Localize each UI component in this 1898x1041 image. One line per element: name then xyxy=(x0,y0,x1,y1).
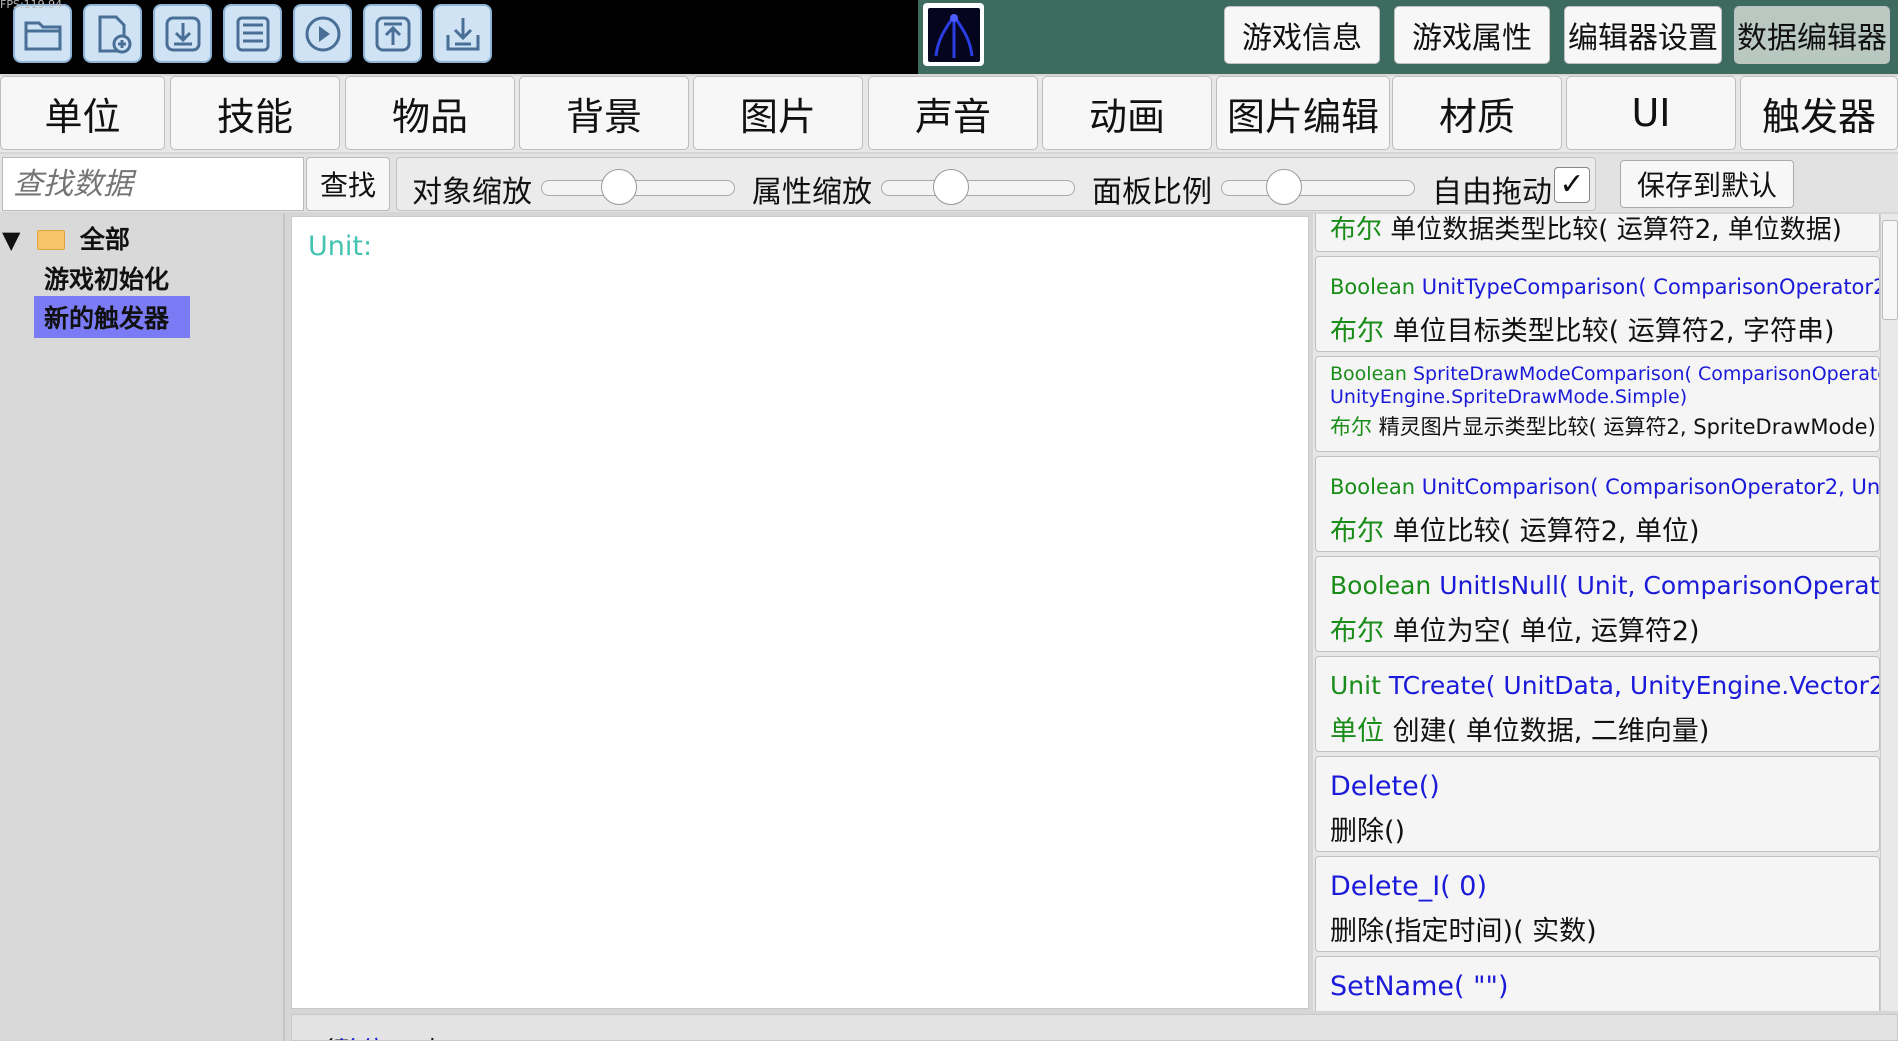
status-bar: 行:28 下标:4 [单位] xyxy=(291,1014,1898,1041)
status-link[interactable]: [单位] xyxy=(324,1031,396,1040)
scale-controls: 对象缩放 属性缩放 面板比例 自由拖动 ✓ xyxy=(396,157,1596,211)
function-item[interactable]: Delete_I( 0) 删除(指定时间)( 实数) xyxy=(1315,856,1880,952)
free-drag-label: 自由拖动 xyxy=(1432,175,1552,210)
attr-scale-knob[interactable] xyxy=(933,169,970,205)
new-file-icon[interactable] xyxy=(83,4,142,63)
tab-unit[interactable]: 单位 xyxy=(0,76,165,150)
function-item[interactable]: Delete() 删除() xyxy=(1315,756,1880,852)
function-list: 布尔 单位数据类型比较( 运算符2, 单位数据) Boolean UnitTyp… xyxy=(1313,214,1880,1011)
play-icon[interactable] xyxy=(293,4,352,63)
fps-counter: FPS:119.94 xyxy=(0,0,63,11)
download-icon[interactable] xyxy=(153,4,212,63)
tab-ui[interactable]: UI xyxy=(1566,76,1736,150)
function-item[interactable]: Boolean UnitTypeComparison( ComparisonOp… xyxy=(1315,256,1880,352)
attr-scale-label: 属性缩放 xyxy=(752,175,872,210)
expand-arrow-icon[interactable]: ▼ xyxy=(2,226,20,254)
function-item[interactable]: 布尔 单位数据类型比较( 运算符2, 单位数据) xyxy=(1315,214,1880,252)
tab-sound[interactable]: 声音 xyxy=(868,76,1038,150)
save-default-button[interactable]: 保存到默认 xyxy=(1620,160,1794,208)
open-folder-icon[interactable] xyxy=(13,4,72,63)
tab-item[interactable]: 物品 xyxy=(345,76,515,150)
tab-image[interactable]: 图片 xyxy=(693,76,863,150)
tab-trigger[interactable]: 触发器 xyxy=(1740,76,1898,150)
import-icon[interactable] xyxy=(433,4,492,63)
object-scale-label: 对象缩放 xyxy=(412,175,532,210)
tab-animation[interactable]: 动画 xyxy=(1042,76,1212,150)
tree-item-game-init[interactable]: 游戏初始化 xyxy=(34,258,179,298)
search-button[interactable]: 查找 xyxy=(306,157,390,211)
attr-scale-slider[interactable] xyxy=(881,169,1075,205)
panel-ratio-knob[interactable] xyxy=(1265,169,1302,205)
function-item[interactable]: Boolean UnitIsNull( Unit, ComparisonOper… xyxy=(1315,556,1880,652)
function-item[interactable]: Boolean SpriteDrawModeComparison( Compar… xyxy=(1315,356,1880,452)
tab-image-edit[interactable]: 图片编辑 xyxy=(1216,76,1390,150)
save-icon[interactable] xyxy=(223,4,282,63)
object-scale-slider[interactable] xyxy=(541,169,735,205)
function-item[interactable]: Boolean UnitComparison( ComparisonOperat… xyxy=(1315,456,1880,552)
search-input[interactable] xyxy=(2,157,304,211)
function-list-scrollbar[interactable] xyxy=(1880,214,1898,1011)
game-attributes-button[interactable]: 游戏属性 xyxy=(1394,6,1550,64)
game-info-button[interactable]: 游戏信息 xyxy=(1224,6,1380,64)
tree-root-label: 全部 xyxy=(79,225,130,254)
tab-material[interactable]: 材质 xyxy=(1392,76,1562,150)
scrollbar-thumb[interactable] xyxy=(1882,220,1898,320)
data-editor-button[interactable]: 数据编辑器 xyxy=(1734,6,1890,64)
function-item[interactable]: SetName( "") xyxy=(1315,956,1880,1011)
panel-ratio-slider[interactable] xyxy=(1221,169,1415,205)
upload-icon[interactable] xyxy=(363,4,422,63)
tree-root[interactable]: ▼ 全部 xyxy=(2,220,130,256)
tab-background[interactable]: 背景 xyxy=(519,76,689,150)
editor-settings-button[interactable]: 编辑器设置 xyxy=(1564,6,1722,64)
free-drag-checkbox[interactable]: ✓ xyxy=(1554,167,1590,203)
panel-ratio-label: 面板比例 xyxy=(1092,175,1212,210)
trigger-tree: ▼ 全部 游戏初始化 新的触发器 xyxy=(0,214,285,1041)
category-tabs: 单位 技能 物品 背景 图片 声音 动画 图片编辑 材质 UI 触发器 xyxy=(0,76,1898,152)
function-item[interactable]: Unit TCreate( UnitData, UnityEngine.Vect… xyxy=(1315,656,1880,752)
object-scale-knob[interactable] xyxy=(601,169,638,205)
trigger-editor[interactable]: Unit: xyxy=(291,216,1309,1009)
tree-item-new-trigger[interactable]: 新的触发器 xyxy=(34,296,190,338)
folder-icon xyxy=(37,230,66,250)
tab-skill[interactable]: 技能 xyxy=(170,76,340,150)
unit-label: Unit: xyxy=(308,231,373,262)
preview-thumbnail[interactable] xyxy=(923,3,984,66)
search-control-row: 查找 对象缩放 属性缩放 面板比例 自由拖动 ✓ 保存到默认 xyxy=(0,154,1898,212)
